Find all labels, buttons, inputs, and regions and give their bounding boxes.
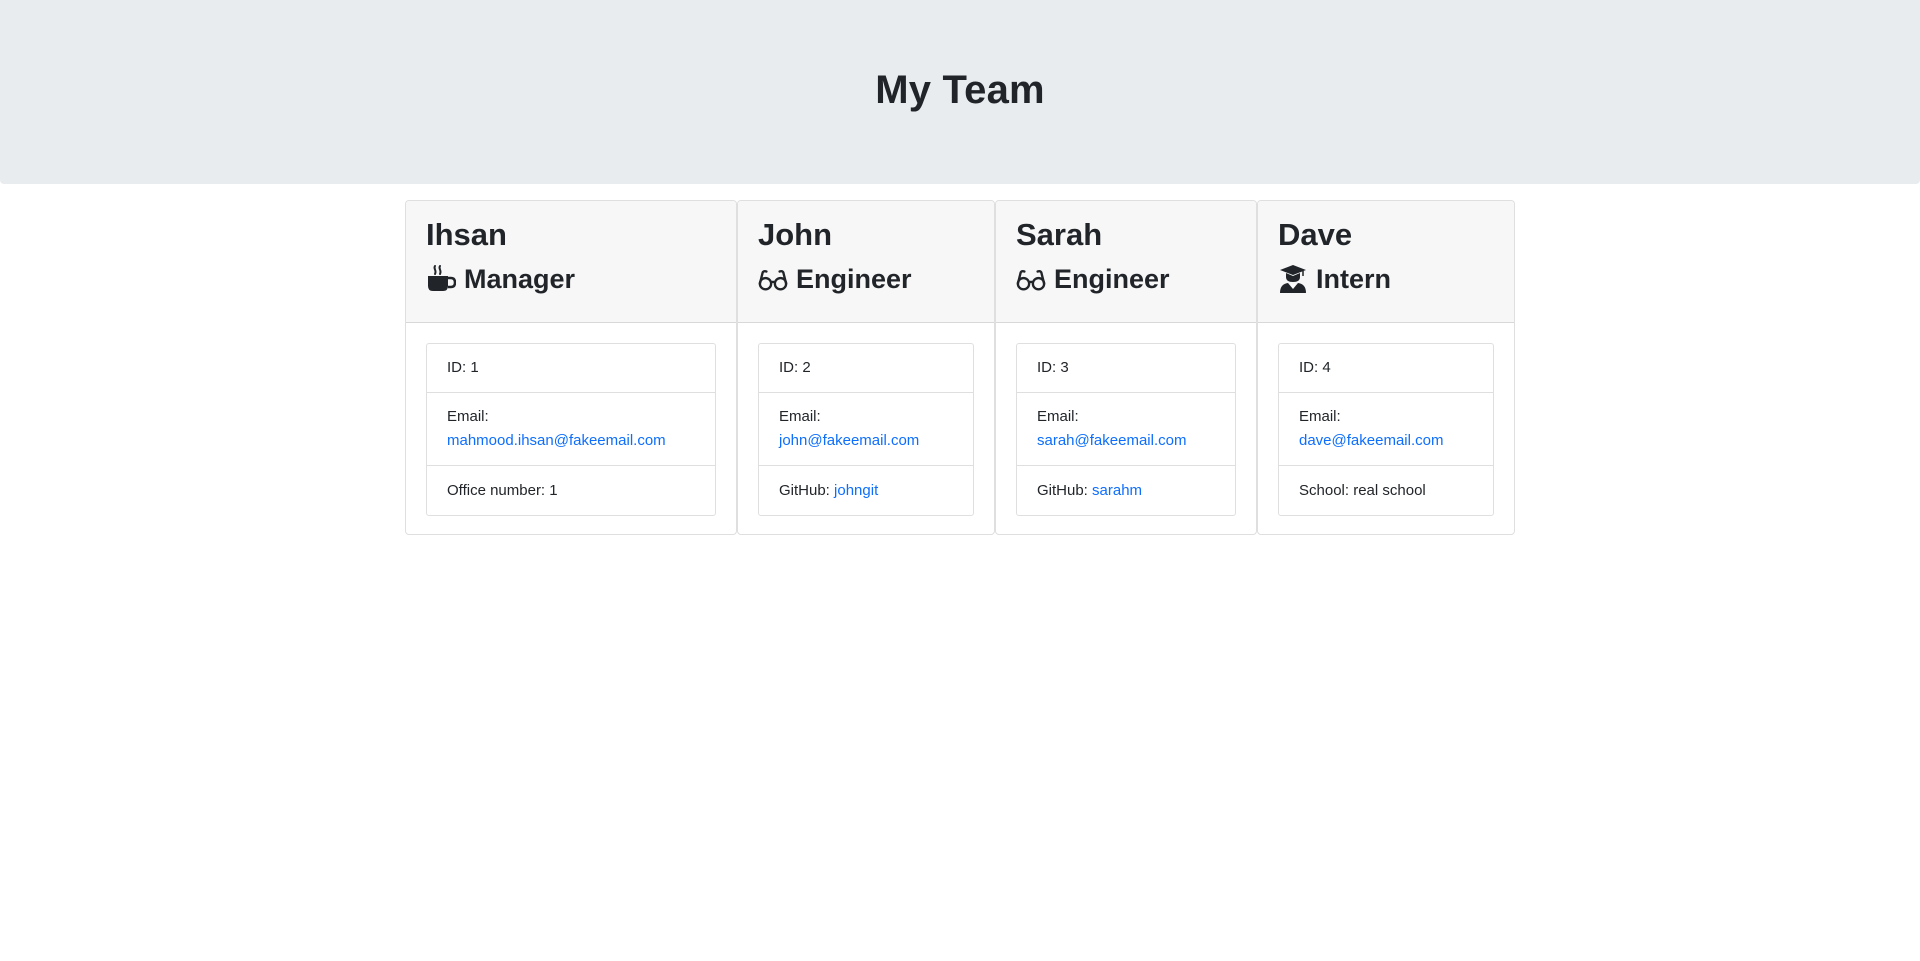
github-row: GitHub: sarahm <box>1037 479 1215 503</box>
github-label: GitHub: <box>1037 481 1088 499</box>
employee-name: Sarah <box>1016 217 1103 252</box>
graduate-icon <box>1278 264 1308 294</box>
employee-details: ID: 2 Email: john@fakeemail.com GitHub: … <box>758 343 974 516</box>
employee-details: ID: 3 Email: sarah@fakeemail.com GitHub:… <box>1016 343 1236 516</box>
github-label: GitHub: <box>779 481 830 499</box>
role-label: Engineer <box>1054 264 1170 294</box>
card-body: ID: 2 Email: john@fakeemail.com GitHub: … <box>738 323 994 534</box>
role-label: Intern <box>1316 264 1392 294</box>
card-header: Sarah Engineer <box>996 201 1256 323</box>
office-number-item: Office number: 1 <box>427 466 715 515</box>
card-header: Dave Intern <box>1258 201 1514 323</box>
page-header: My Team <box>0 0 1920 184</box>
employee-name: Ihsan <box>426 217 507 252</box>
id-item: ID: 2 <box>759 344 973 393</box>
employee-name: Dave <box>1278 217 1353 252</box>
employee-card-john: John Engineer ID: 2 Email: john@fakeemai… <box>737 200 995 535</box>
role-label: Manager <box>464 264 576 294</box>
email-item: Email: mahmood.ihsan@fakeemail.com <box>427 393 715 466</box>
email-link[interactable]: sarah@fakeemail.com <box>1037 429 1215 453</box>
github-link[interactable]: sarahm <box>1092 482 1142 499</box>
employee-card-sarah: Sarah Engineer ID: 3 Email: sarah@fakeem… <box>995 200 1257 535</box>
employee-name: John <box>758 217 833 252</box>
id-text: ID: 3 <box>1037 359 1069 376</box>
id-text: ID: 2 <box>779 359 811 376</box>
card-body: ID: 4 Email: dave@fakeemail.com School: … <box>1258 323 1514 534</box>
email-label: Email: <box>447 408 489 425</box>
email-label: Email: <box>779 408 821 425</box>
email-item: Email: dave@fakeemail.com <box>1279 393 1493 466</box>
github-item: GitHub: johngit <box>759 466 973 515</box>
email-link[interactable]: dave@fakeemail.com <box>1299 429 1473 453</box>
team-cards: Ihsan Manager ID: 1 Email: mahmood.ihsan… <box>405 200 1515 535</box>
id-item: ID: 1 <box>427 344 715 393</box>
school-item: School: real school <box>1279 466 1493 515</box>
email-link[interactable]: john@fakeemail.com <box>779 429 953 453</box>
employee-details: ID: 1 Email: mahmood.ihsan@fakeemail.com… <box>426 343 716 516</box>
github-item: GitHub: sarahm <box>1017 466 1235 515</box>
id-text: ID: 4 <box>1299 359 1331 376</box>
github-row: GitHub: johngit <box>779 479 953 503</box>
role-label: Engineer <box>796 264 912 294</box>
employee-card-dave: Dave Intern ID: 4 Email: dave@fakeemail.… <box>1257 200 1515 535</box>
id-item: ID: 4 <box>1279 344 1493 393</box>
coffee-mug-icon <box>426 264 456 294</box>
id-item: ID: 3 <box>1017 344 1235 393</box>
card-header: Ihsan Manager <box>406 201 736 323</box>
github-link[interactable]: johngit <box>834 482 878 499</box>
employee-details: ID: 4 Email: dave@fakeemail.com School: … <box>1278 343 1494 516</box>
card-body: ID: 3 Email: sarah@fakeemail.com GitHub:… <box>996 323 1256 534</box>
card-body: ID: 1 Email: mahmood.ihsan@fakeemail.com… <box>406 323 736 534</box>
email-label: Email: <box>1037 408 1079 425</box>
employee-role: Intern <box>1278 261 1494 297</box>
email-item: Email: john@fakeemail.com <box>759 393 973 466</box>
glasses-icon <box>758 264 788 294</box>
employee-card-ihsan: Ihsan Manager ID: 1 Email: mahmood.ihsan… <box>405 200 737 535</box>
employee-role: Engineer <box>1016 261 1236 297</box>
email-label: Email: <box>1299 408 1341 425</box>
employee-role: Manager <box>426 261 716 297</box>
office-number-text: Office number: 1 <box>447 481 558 499</box>
page-title: My Team <box>875 67 1045 112</box>
email-item: Email: sarah@fakeemail.com <box>1017 393 1235 466</box>
id-text: ID: 1 <box>447 359 479 376</box>
employee-role: Engineer <box>758 261 974 297</box>
card-header: John Engineer <box>738 201 994 323</box>
school-text: School: real school <box>1299 481 1426 499</box>
glasses-icon <box>1016 264 1046 294</box>
email-link[interactable]: mahmood.ihsan@fakeemail.com <box>447 429 695 453</box>
